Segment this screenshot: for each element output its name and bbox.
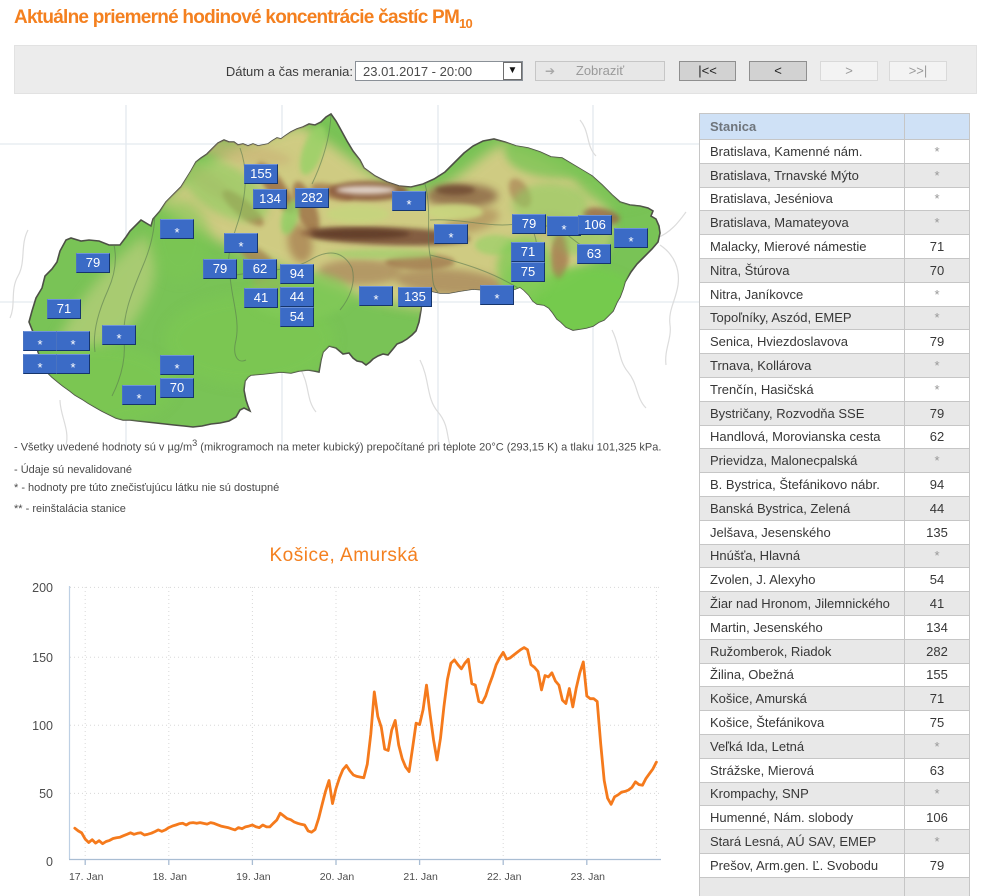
svg-text:17. Jan: 17. Jan [69, 871, 104, 883]
svg-text:150: 150 [32, 651, 53, 665]
svg-text:0: 0 [46, 855, 53, 869]
svg-text:200: 200 [32, 581, 53, 595]
svg-text:23. Jan: 23. Jan [571, 871, 606, 883]
svg-text:21. Jan: 21. Jan [403, 871, 438, 883]
svg-text:22. Jan: 22. Jan [487, 871, 522, 883]
svg-text:100: 100 [32, 719, 53, 733]
svg-text:20. Jan: 20. Jan [320, 871, 355, 883]
svg-text:18. Jan: 18. Jan [153, 871, 188, 883]
svg-text:50: 50 [39, 787, 53, 801]
svg-text:19. Jan: 19. Jan [236, 871, 271, 883]
